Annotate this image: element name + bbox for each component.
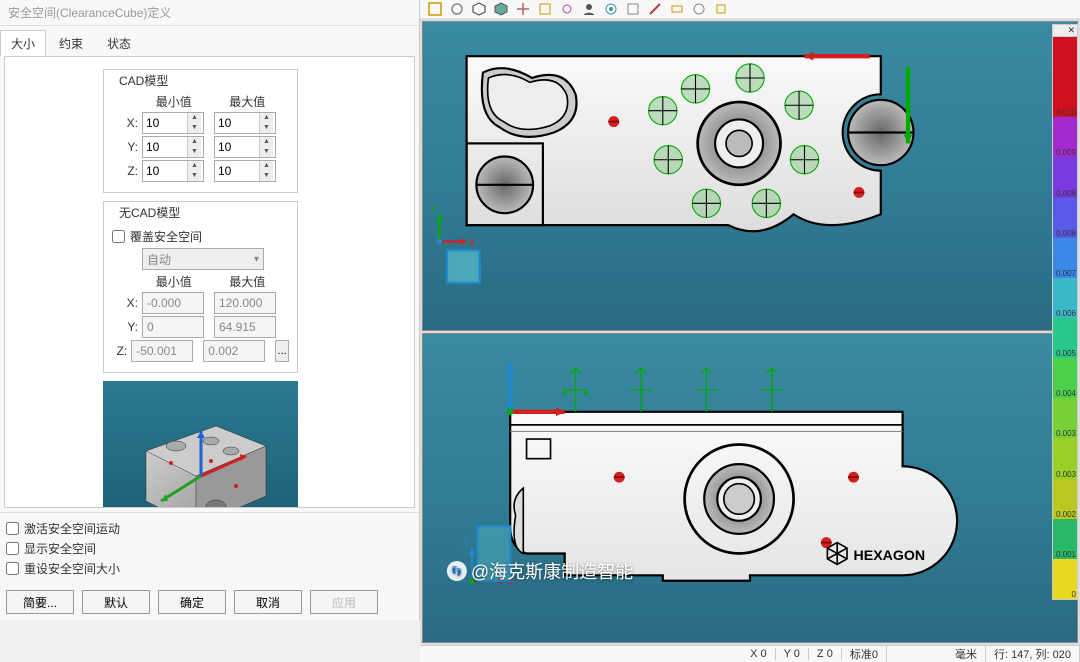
top-view[interactable]: X Y	[422, 21, 1078, 331]
tool-icon[interactable]	[712, 0, 730, 18]
mode-dropdown[interactable]: 自动 ▾	[142, 248, 264, 270]
brief-button[interactable]: 简要...	[6, 590, 74, 614]
apply-button[interactable]: 应用	[310, 590, 378, 614]
x-label: X:	[112, 116, 138, 130]
status-std: 标准0	[842, 646, 887, 662]
tool-icon[interactable]	[426, 0, 444, 18]
clearance-cube-panel: 安全空间(ClearanceCube)定义 大小 约束 状态 CAD模型 最小值…	[0, 0, 420, 620]
chevron-down-icon: ▾	[254, 254, 259, 265]
cad-y-min[interactable]: ▲▼	[142, 136, 204, 158]
status-z: Z 0	[809, 648, 842, 660]
tool-icon[interactable]	[690, 0, 708, 18]
status-x: X 0	[742, 648, 776, 660]
nocad-x-min[interactable]	[142, 292, 204, 314]
activate-checkbox[interactable]	[6, 522, 19, 535]
watermark: 👣 @海克斯康制造智能	[447, 558, 633, 584]
cad-title: CAD模型	[116, 72, 171, 89]
cad-z-min[interactable]: ▲▼	[142, 160, 204, 182]
cad-x-max[interactable]: ▲▼	[214, 112, 276, 134]
tabs: 大小 约束 状态	[0, 26, 419, 57]
tab-content: CAD模型 最小值 最大值 X: ▲▼ ▲▼ Y: ▲▼ ▲▼ Z: ▲▼	[4, 56, 415, 508]
status-y: Y 0	[776, 648, 809, 660]
view-icon[interactable]	[536, 0, 554, 18]
nocad-y-max[interactable]	[214, 316, 276, 338]
cancel-button[interactable]: 取消	[234, 590, 302, 614]
cad-viewer: X Y	[420, 0, 1080, 620]
min-header: 最小值	[142, 93, 206, 110]
cube-icon[interactable]	[470, 0, 488, 18]
target-icon[interactable]	[602, 0, 620, 18]
svg-text:Z: Z	[462, 538, 468, 549]
dialog-buttons: 简要... 默认 确定 取消 应用	[0, 584, 419, 620]
tab-size[interactable]: 大小	[0, 30, 46, 57]
cad-fieldset: CAD模型 最小值 最大值 X: ▲▼ ▲▼ Y: ▲▼ ▲▼ Z: ▲▼	[103, 69, 298, 193]
panel-title: 安全空间(ClearanceCube)定义	[0, 0, 419, 26]
nocad-x-max[interactable]	[214, 292, 276, 314]
close-icon[interactable]: ✕	[1053, 25, 1077, 37]
hexagon-logo: HEXAGON	[854, 548, 926, 564]
move-icon[interactable]	[514, 0, 532, 18]
tab-status[interactable]: 状态	[96, 30, 142, 57]
bottom-options: 激活安全空间运动 显示安全空间 重设安全空间大小	[0, 512, 419, 584]
main-toolbar	[420, 0, 1080, 19]
tab-constraint[interactable]: 约束	[48, 30, 94, 57]
tool-icon[interactable]	[448, 0, 466, 18]
front-view[interactable]: X Z HEXAGON	[422, 333, 1078, 643]
tool-icon[interactable]	[624, 0, 642, 18]
override-label: 覆盖安全空间	[130, 228, 202, 245]
ok-button[interactable]: 确定	[158, 590, 226, 614]
show-checkbox[interactable]	[6, 542, 19, 555]
nocad-y-min[interactable]	[142, 316, 204, 338]
settings-icon[interactable]	[558, 0, 576, 18]
reset-checkbox[interactable]	[6, 562, 19, 575]
cube-icon[interactable]	[492, 0, 510, 18]
override-checkbox[interactable]	[112, 230, 125, 243]
color-legend[interactable]: ✕ 0.0100.0090.0080.0080.0070.0060.0050.0…	[1052, 24, 1078, 600]
browse-button[interactable]: ...	[275, 340, 289, 362]
tool-icon[interactable]	[646, 0, 664, 18]
cad-y-max[interactable]: ▲▼	[214, 136, 276, 158]
cad-x-min[interactable]: ▲▼	[142, 112, 204, 134]
nocad-title: 无CAD模型	[116, 204, 183, 221]
max-header2: 最大值	[216, 273, 280, 290]
status-pos: 行: 147, 列: 020	[986, 646, 1080, 662]
default-button[interactable]: 默认	[82, 590, 150, 614]
svg-text:Y: Y	[431, 205, 438, 216]
nocad-z-max[interactable]	[203, 340, 265, 362]
status-bar: X 0 Y 0 Z 0 标准0 毫米 行: 147, 列: 020	[420, 645, 1080, 662]
max-header: 最大值	[216, 93, 280, 110]
baidu-icon: 👣	[447, 561, 467, 581]
cad-z-max[interactable]: ▲▼	[214, 160, 276, 182]
preview-3d[interactable]	[103, 381, 298, 508]
y-label: Y:	[112, 140, 138, 154]
status-unit: 毫米	[947, 646, 986, 662]
z-label: Z:	[112, 164, 138, 178]
tool-icon[interactable]	[668, 0, 686, 18]
nocad-z-min[interactable]	[131, 340, 193, 362]
min-header2: 最小值	[142, 273, 206, 290]
nocad-fieldset: 无CAD模型 覆盖安全空间 自动 ▾ 最小值 最大值 X:	[103, 201, 298, 373]
svg-text:X: X	[469, 238, 476, 249]
user-icon[interactable]	[580, 0, 598, 18]
